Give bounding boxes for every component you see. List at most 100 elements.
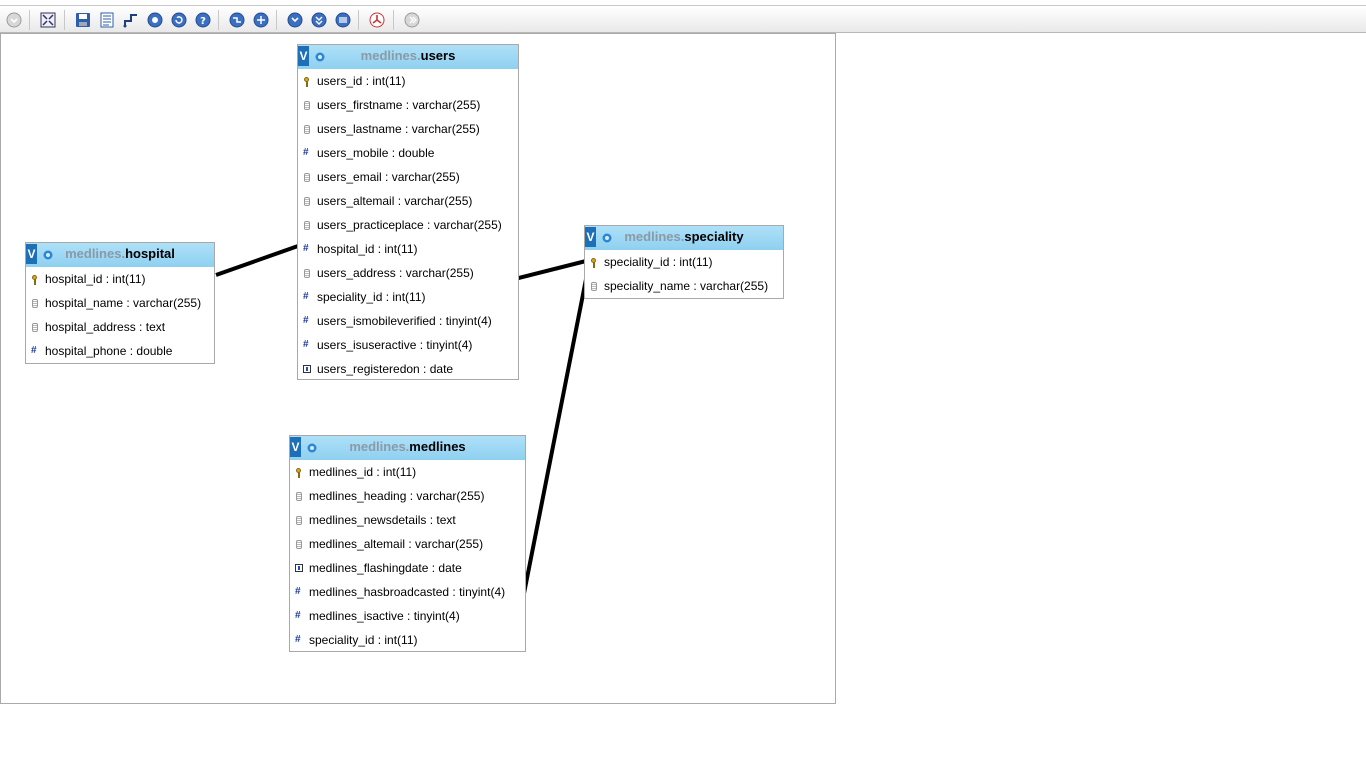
table-header[interactable]: V medlines.speciality [585, 226, 783, 250]
text-column-icon [31, 299, 39, 308]
numeric-column-icon [303, 333, 311, 357]
column-row[interactable]: medlines_flashingdate : date [290, 556, 525, 580]
text-column-icon [590, 282, 598, 291]
column-label: speciality_id : int(11) [604, 255, 713, 269]
column-row[interactable]: speciality_id : int(11) [290, 628, 525, 652]
table-header[interactable]: V medlines.hospital [26, 243, 214, 267]
text-column-icon [303, 125, 311, 134]
column-label: users_ismobileverified : tinyint(4) [317, 314, 492, 328]
column-label: speciality_id : int(11) [309, 633, 418, 647]
numeric-column-icon [31, 339, 39, 363]
column-row[interactable]: users_registeredon : date [298, 357, 518, 381]
column-row[interactable]: speciality_id : int(11) [298, 285, 518, 309]
column-row[interactable]: medlines_id : int(11) [290, 460, 525, 484]
gear-icon[interactable] [42, 249, 54, 261]
fullscreen-icon[interactable] [40, 12, 56, 28]
column-row[interactable]: medlines_altemail : varchar(255) [290, 532, 525, 556]
gear-icon[interactable] [314, 51, 326, 63]
date-column-icon [303, 365, 311, 374]
column-row[interactable]: hospital_id : int(11) [26, 267, 214, 291]
svg-text:?: ? [200, 16, 206, 27]
move-menu-icon[interactable] [404, 12, 420, 28]
column-label: users_id : int(11) [317, 74, 406, 88]
column-label: users_lastname : varchar(255) [317, 122, 480, 136]
numeric-column-icon [295, 604, 303, 628]
column-row[interactable]: users_address : varchar(255) [298, 261, 518, 285]
table-header[interactable]: V medlines.users [298, 45, 518, 69]
toggle-small-big-icon[interactable] [311, 12, 327, 28]
help-icon[interactable]: ? [195, 12, 211, 28]
column-row[interactable]: hospital_name : varchar(255) [26, 291, 214, 315]
column-row[interactable]: users_practiceplace : varchar(255) [298, 213, 518, 237]
table-medlines[interactable]: V medlines.medlines medlines_id : int(11… [289, 435, 526, 652]
table-name: hospital [125, 246, 175, 261]
numeric-column-icon [303, 141, 311, 165]
column-row[interactable]: medlines_heading : varchar(255) [290, 484, 525, 508]
snap-to-grid-icon[interactable] [253, 12, 269, 28]
numeric-column-icon [303, 237, 311, 261]
column-row[interactable]: medlines_newsdetails : text [290, 508, 525, 532]
relation-line-icon[interactable] [123, 12, 139, 28]
reload-icon[interactable] [171, 12, 187, 28]
primary-key-icon [31, 275, 39, 285]
primary-key-icon [295, 468, 303, 478]
text-column-icon [303, 173, 311, 182]
gear-icon[interactable] [601, 232, 613, 244]
table-name: users [420, 48, 456, 63]
column-row[interactable]: medlines_hasbroadcasted : tinyint(4) [290, 580, 525, 604]
column-row[interactable]: users_lastname : varchar(255) [298, 117, 518, 141]
column-label: hospital_address : text [45, 320, 166, 334]
collapse-toggle[interactable]: V [585, 227, 596, 247]
column-label: users_registeredon : date [317, 362, 454, 376]
collapse-toggle[interactable]: V [298, 46, 309, 66]
column-row[interactable]: users_id : int(11) [298, 69, 518, 93]
column-label: hospital_name : varchar(255) [45, 296, 202, 310]
numeric-column-icon [295, 628, 303, 652]
date-column-icon [295, 564, 303, 573]
text-column-icon [31, 323, 39, 332]
text-column-icon [295, 540, 303, 549]
schema-name: medlines. [360, 48, 421, 63]
table-users[interactable]: V medlines.users users_id : int(11) users… [297, 44, 519, 380]
small-big-all-icon[interactable] [287, 12, 303, 28]
save-icon[interactable] [75, 12, 91, 28]
column-label: users_firstname : varchar(255) [317, 98, 481, 112]
table-hospital[interactable]: V medlines.hospital hospital_id : int(11… [25, 242, 215, 364]
column-label: speciality_name : varchar(255) [604, 279, 769, 293]
toggle-relation-lines-icon[interactable] [335, 12, 351, 28]
column-label: medlines_newsdetails : text [309, 513, 456, 527]
collapse-toggle[interactable]: V [26, 244, 37, 264]
numeric-column-icon [303, 309, 311, 333]
column-row[interactable]: users_isuseractive : tinyint(4) [298, 333, 518, 357]
column-label: users_isuseractive : tinyint(4) [317, 338, 473, 352]
toggle-grid-icon[interactable] [147, 12, 163, 28]
open-page-icon[interactable] [99, 12, 115, 28]
angular-links-icon[interactable] [229, 12, 245, 28]
export-pdf-icon[interactable] [369, 12, 385, 28]
column-row[interactable]: users_mobile : double [298, 141, 518, 165]
text-column-icon [303, 269, 311, 278]
column-row[interactable]: hospital_id : int(11) [298, 237, 518, 261]
column-row[interactable]: users_email : varchar(255) [298, 165, 518, 189]
column-row[interactable]: users_firstname : varchar(255) [298, 93, 518, 117]
column-row[interactable]: hospital_address : text [26, 315, 214, 339]
gear-icon[interactable] [306, 442, 318, 454]
collapse-toggle[interactable]: V [290, 437, 301, 457]
column-label: medlines_altemail : varchar(255) [309, 537, 484, 551]
column-label: users_mobile : double [317, 146, 435, 160]
column-row[interactable]: users_ismobileverified : tinyint(4) [298, 309, 518, 333]
toggle-menu-icon[interactable] [6, 12, 22, 28]
column-row[interactable]: users_altemail : varchar(255) [298, 189, 518, 213]
numeric-column-icon [295, 580, 303, 604]
column-row[interactable]: hospital_phone : double [26, 339, 214, 363]
column-row[interactable]: medlines_isactive : tinyint(4) [290, 604, 525, 628]
column-row[interactable]: speciality_name : varchar(255) [585, 274, 783, 298]
table-name: speciality [684, 229, 744, 244]
table-speciality[interactable]: V medlines.speciality speciality_id : in… [584, 225, 784, 299]
column-row[interactable]: speciality_id : int(11) [585, 250, 783, 274]
column-label: hospital_id : int(11) [45, 272, 146, 286]
primary-key-icon [590, 258, 598, 268]
numeric-column-icon [303, 285, 311, 309]
table-header[interactable]: V medlines.medlines [290, 436, 525, 460]
schema-name: medlines. [65, 246, 126, 261]
